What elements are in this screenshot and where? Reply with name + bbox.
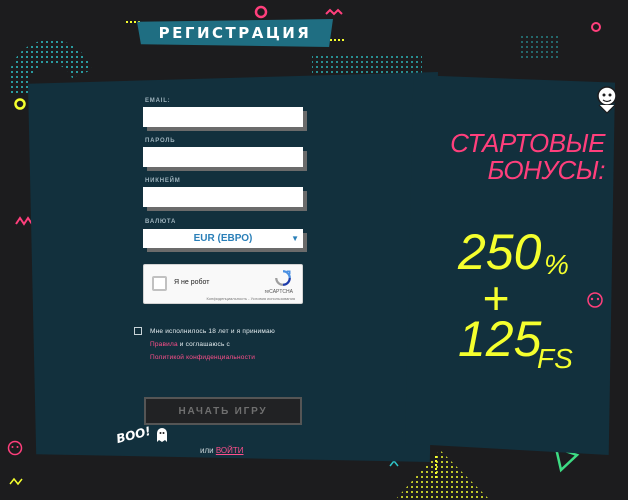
title-banner: РЕГИСТРАЦИЯ bbox=[137, 19, 333, 47]
currency-select[interactable]: EUR (ЕВРО) ▼ bbox=[143, 229, 303, 248]
email-field[interactable] bbox=[143, 107, 303, 127]
recaptcha-logo-icon bbox=[275, 270, 291, 286]
promo-title-line-1: СТАРТОВЫЕ bbox=[450, 128, 605, 158]
zigzag-decoration bbox=[389, 459, 399, 467]
boo-mascot: BOO! bbox=[114, 424, 169, 447]
password-field[interactable] bbox=[143, 147, 303, 167]
dotted-stripe-decoration bbox=[520, 35, 560, 60]
currency-selected-value: EUR (ЕВРО) bbox=[193, 233, 253, 244]
nickname-label: НИКНЕЙМ bbox=[145, 178, 181, 184]
chevron-down-icon: ▼ bbox=[291, 234, 299, 243]
monkey-mascot-icon bbox=[587, 292, 603, 308]
ring-decoration bbox=[254, 5, 268, 19]
recaptcha-brand: reCAPTCHA bbox=[264, 289, 293, 295]
rules-link[interactable]: Правила bbox=[150, 341, 178, 348]
recaptcha-widget: Я не робот reCAPTCHA Конфиденциальность … bbox=[143, 264, 303, 304]
monkey-mascot-icon bbox=[597, 86, 617, 114]
recaptcha-legal[interactable]: Конфиденциальность - Условия использован… bbox=[206, 296, 295, 301]
registration-page: РЕГИСТРАЦИЯ EMAIL: ПАРОЛЬ НИКНЕЙМ ВАЛЮТА… bbox=[0, 0, 628, 500]
start-game-button[interactable]: НАЧАТЬ ИГРУ bbox=[144, 397, 302, 425]
promo-title: СТАРТОВЫЕ БОНУСЫ: bbox=[430, 130, 605, 184]
nickname-field[interactable] bbox=[143, 187, 303, 207]
page-title: РЕГИСТРАЦИЯ bbox=[158, 24, 312, 42]
currency-label: ВАЛЮТА bbox=[145, 219, 177, 225]
bonus-percent-unit: % bbox=[544, 249, 569, 280]
ring-decoration bbox=[591, 22, 601, 32]
bonus-free-spins-unit: FS bbox=[537, 343, 573, 374]
ghost-icon bbox=[157, 428, 168, 442]
boo-text: BOO! bbox=[114, 424, 153, 447]
zigzag-decoration bbox=[9, 477, 23, 486]
or-label: или bbox=[200, 446, 216, 455]
password-label: ПАРОЛЬ bbox=[145, 138, 176, 144]
ring-decoration bbox=[14, 98, 26, 110]
login-link[interactable]: ВОЙТИ bbox=[216, 446, 244, 455]
terms-text: Мне исполнилось 18 лет и я принимаю Прав… bbox=[150, 325, 320, 364]
terms-text-part-1: Мне исполнилось 18 лет и я принимаю bbox=[150, 328, 275, 335]
terms-text-part-2: и соглашаюсь с bbox=[177, 341, 231, 348]
bonus-free-spins-amount: 125 bbox=[458, 311, 542, 367]
promo-title-line-2: БОНУСЫ: bbox=[487, 155, 605, 185]
privacy-policy-link[interactable]: Политикой конфиденциальности bbox=[150, 354, 255, 361]
email-label: EMAIL: bbox=[145, 98, 171, 104]
recaptcha-label: Я не робот bbox=[174, 279, 210, 286]
monkey-mascot-icon bbox=[7, 440, 23, 456]
zigzag-decoration bbox=[325, 8, 343, 16]
login-prompt: или ВОЙТИ bbox=[200, 446, 244, 455]
terms-checkbox[interactable] bbox=[134, 327, 142, 335]
zigzag-decoration bbox=[15, 216, 33, 226]
recaptcha-checkbox[interactable] bbox=[152, 276, 167, 291]
